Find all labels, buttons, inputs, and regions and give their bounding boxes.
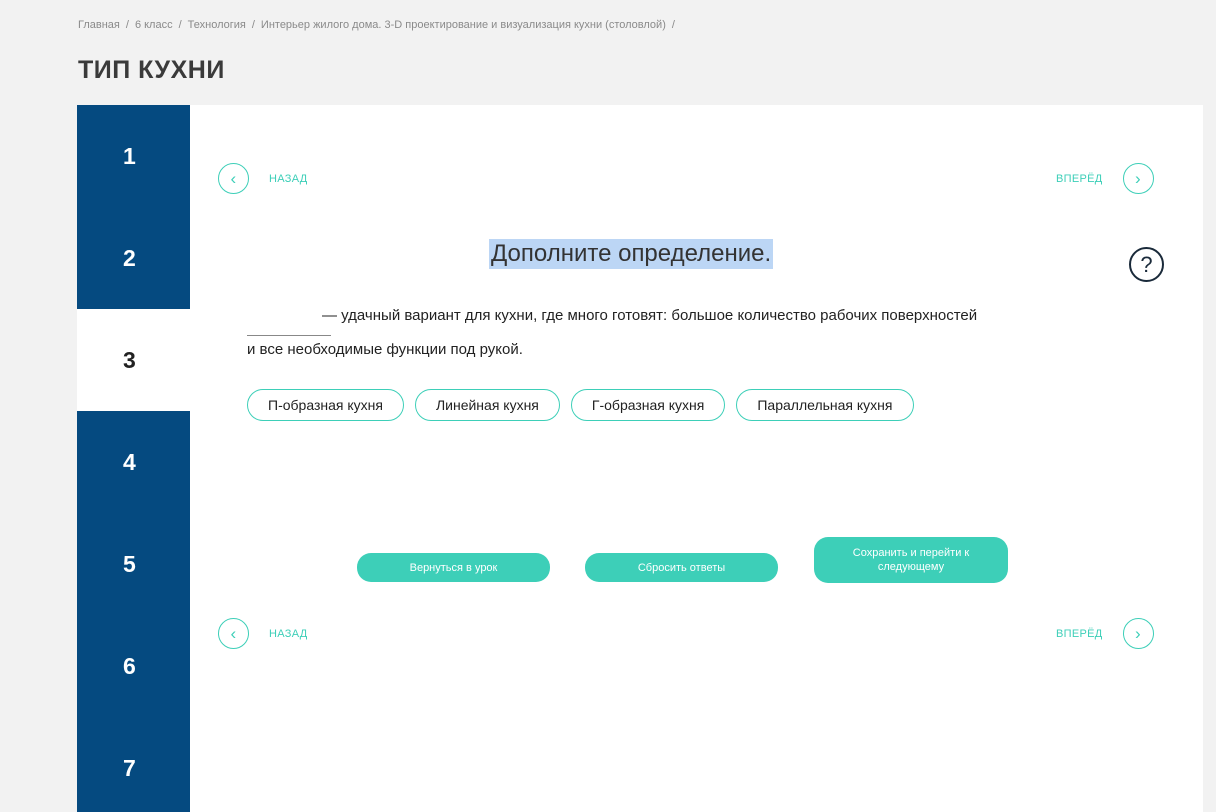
- step-number: 1: [123, 142, 136, 169]
- option-p-shaped[interactable]: П-образная кухня: [247, 389, 404, 421]
- answer-blank[interactable]: [247, 335, 331, 336]
- step-2[interactable]: 2: [77, 207, 190, 309]
- help-icon[interactable]: ?: [1129, 247, 1164, 282]
- forward-label[interactable]: ВПЕРЁД: [1056, 628, 1103, 640]
- back-label[interactable]: НАЗАД: [269, 628, 307, 640]
- breadcrumb: Главная / 6 класс / Технология / Интерьер жило…: [78, 19, 681, 31]
- back-label[interactable]: НАЗАД: [269, 173, 307, 185]
- definition-text-line1: — удачный вариант для кухни, где много г…: [322, 307, 978, 324]
- option-l-shaped[interactable]: Г-образная кухня: [570, 389, 726, 421]
- step-number: 2: [123, 244, 136, 271]
- step-3[interactable]: 3: [77, 309, 190, 411]
- return-to-lesson-button[interactable]: Вернуться в урок: [357, 553, 550, 582]
- forward-label[interactable]: ВПЕРЁД: [1056, 173, 1103, 185]
- forward-nav-top[interactable]: ВПЕРЁД ›: [1056, 163, 1154, 194]
- content-card: 1 2 3 4 5 6 7 ‹ НАЗАД ВПЕРЁД › Дополните…: [77, 105, 1203, 812]
- forward-nav-bottom[interactable]: ВПЕРЁД ›: [1056, 618, 1154, 649]
- step-number: 4: [123, 448, 136, 475]
- step-1[interactable]: 1: [77, 105, 190, 207]
- step-6[interactable]: 6: [77, 615, 190, 717]
- definition-text-line2: и все необходимые функции под рукой.: [247, 341, 523, 358]
- chevron-right-icon[interactable]: ›: [1122, 618, 1154, 649]
- step-number: 3: [123, 346, 136, 373]
- breadcrumb-separator: /: [251, 19, 255, 31]
- breadcrumb-link-home[interactable]: Главная: [78, 19, 120, 31]
- breadcrumb-link-lesson[interactable]: Интерьер жилого дома. 3-D проектирование…: [261, 19, 666, 31]
- step-7[interactable]: 7: [77, 717, 190, 812]
- breadcrumb-link-grade[interactable]: 6 класс: [135, 19, 173, 31]
- option-linear[interactable]: Линейная кухня: [414, 389, 560, 421]
- step-5[interactable]: 5: [77, 513, 190, 615]
- breadcrumb-separator: /: [671, 19, 675, 31]
- save-and-next-button[interactable]: Сохранить и перейти к следующему: [814, 537, 1008, 583]
- breadcrumb-link-subject[interactable]: Технология: [188, 19, 246, 31]
- option-parallel[interactable]: Параллельная кухня: [736, 389, 914, 421]
- reset-answers-button[interactable]: Сбросить ответы: [585, 553, 778, 582]
- step-number: 7: [123, 754, 136, 781]
- back-nav-top[interactable]: ‹ НАЗАД: [218, 163, 307, 194]
- chevron-left-icon[interactable]: ‹: [218, 618, 249, 649]
- help-icon-glyph: ?: [1140, 251, 1153, 277]
- page-title: ТИП КУХНИ: [78, 56, 225, 84]
- chevron-left-icon[interactable]: ‹: [218, 163, 249, 194]
- step-number: 6: [123, 652, 136, 679]
- back-nav-bottom[interactable]: ‹ НАЗАД: [218, 618, 307, 649]
- chevron-right-icon[interactable]: ›: [1122, 163, 1154, 194]
- step-sidebar: 1 2 3 4 5 6 7: [77, 105, 190, 812]
- step-4[interactable]: 4: [77, 411, 190, 513]
- breadcrumb-separator: /: [178, 19, 182, 31]
- breadcrumb-separator: /: [125, 19, 129, 31]
- step-number: 5: [123, 550, 136, 577]
- answer-options: П-образная кухня Линейная кухня Г-образн…: [247, 389, 914, 421]
- question-heading: Дополните определение.: [489, 239, 774, 269]
